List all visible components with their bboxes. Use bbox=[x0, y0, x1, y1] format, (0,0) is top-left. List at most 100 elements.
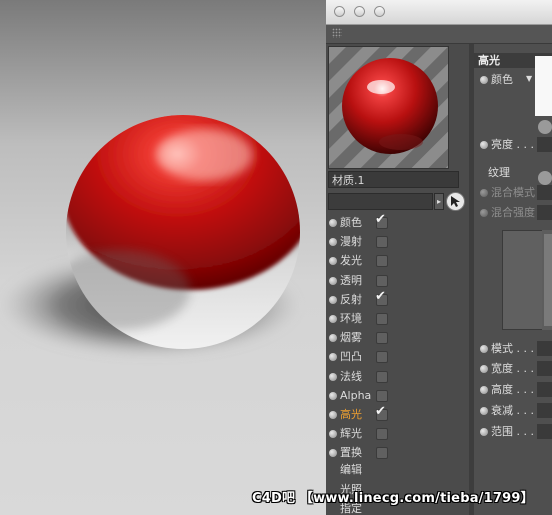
radio-icon[interactable] bbox=[480, 407, 488, 415]
param-range-input[interactable] bbox=[537, 424, 552, 439]
close-icon[interactable] bbox=[334, 6, 345, 17]
brightness-label: 亮度 . . . bbox=[491, 138, 534, 151]
channel-label: 漫射 bbox=[340, 235, 362, 249]
channel-row[interactable]: 高光 ✔ bbox=[326, 404, 469, 425]
param-mode-select[interactable] bbox=[537, 341, 552, 356]
radio-icon[interactable] bbox=[329, 353, 337, 362]
radio-icon[interactable] bbox=[329, 430, 337, 439]
blend-strength-label: 混合强度 bbox=[491, 206, 535, 219]
radio-icon[interactable] bbox=[329, 372, 337, 381]
radio-icon[interactable] bbox=[480, 428, 488, 436]
brightness-row[interactable]: 亮度 . . . bbox=[474, 136, 552, 154]
channel-label: 置换 bbox=[340, 446, 362, 460]
color-label: 颜色 bbox=[491, 73, 513, 86]
eyedropper-icon[interactable] bbox=[446, 192, 465, 211]
radio-icon[interactable] bbox=[329, 391, 337, 400]
radio-icon[interactable] bbox=[480, 345, 488, 353]
specular-settings: 高光 颜色 ▼ 亮度 . . . 纹理 混合模式 混合强度 模式 . . . 宽… bbox=[474, 44, 552, 515]
watermark: C4D吧 【www.linecg.com/tieba/1799】 bbox=[252, 491, 534, 506]
material-field[interactable] bbox=[328, 193, 433, 210]
channel-checkbox[interactable] bbox=[376, 351, 388, 364]
dropdown-arrow-icon[interactable]: ▸ bbox=[434, 193, 444, 210]
radio-icon[interactable] bbox=[329, 315, 337, 323]
command-edit[interactable]: 编辑 bbox=[340, 461, 362, 477]
channel-label: 颜色 bbox=[340, 216, 362, 229]
brightness-input[interactable] bbox=[537, 137, 552, 152]
grip-icon[interactable] bbox=[332, 28, 342, 38]
blend-mode-row[interactable]: 混合模式 bbox=[474, 184, 552, 202]
radio-icon[interactable] bbox=[480, 76, 488, 84]
channel-checkbox[interactable] bbox=[376, 332, 388, 345]
radio-icon[interactable] bbox=[329, 219, 337, 227]
checkmark-icon: ✔ bbox=[375, 212, 386, 227]
channel-checkbox[interactable] bbox=[376, 389, 388, 402]
channel-checkbox[interactable] bbox=[376, 370, 388, 383]
param-width-input[interactable] bbox=[537, 361, 552, 376]
texture-label: 纹理 bbox=[488, 166, 510, 179]
channel-checkbox[interactable] bbox=[376, 447, 388, 460]
radio-icon[interactable] bbox=[329, 449, 337, 458]
channel-row[interactable]: Alpha bbox=[326, 387, 469, 406]
channel-row[interactable]: 漫射 bbox=[326, 233, 469, 252]
minimize-icon[interactable] bbox=[354, 6, 365, 17]
param-height-row[interactable]: 高度 . . . bbox=[474, 381, 552, 399]
channel-panel: 材质.1 ▸ 编辑 光照 指定 颜色 ✔ 漫射 发光 透明 反射 ✔ 环境 烟雾 凹凸 法线 Alph… bbox=[326, 44, 469, 515]
channel-row[interactable]: 凹凸 bbox=[326, 348, 469, 367]
render-viewport[interactable] bbox=[0, 0, 330, 515]
channel-checkbox[interactable] bbox=[376, 313, 388, 325]
param-mode-row[interactable]: 模式 . . . bbox=[474, 340, 552, 358]
radio-icon[interactable] bbox=[329, 276, 337, 285]
radio-icon[interactable] bbox=[329, 238, 337, 247]
channel-row[interactable]: 透明 bbox=[326, 272, 469, 291]
channel-row[interactable]: 烟雾 bbox=[326, 329, 469, 348]
param-width-row[interactable]: 宽度 . . . bbox=[474, 360, 552, 378]
section-title: 高光 bbox=[478, 54, 500, 67]
channel-label: 发光 bbox=[340, 254, 362, 268]
param-mode-label: 模式 . . . bbox=[491, 342, 534, 355]
radio-icon[interactable] bbox=[329, 411, 337, 419]
checkmark-icon: ✔ bbox=[375, 288, 386, 304]
channel-label: 法线 bbox=[340, 369, 362, 383]
radio-icon[interactable] bbox=[480, 209, 488, 217]
disclosure-triangle-icon[interactable]: ▼ bbox=[526, 74, 532, 83]
color-picker-icon[interactable] bbox=[538, 120, 552, 134]
channel-row[interactable]: 法线 bbox=[326, 368, 469, 387]
channel-label: 烟雾 bbox=[340, 331, 362, 345]
blend-strength-row[interactable]: 混合强度 bbox=[474, 204, 552, 222]
window-titlebar[interactable] bbox=[326, 0, 552, 25]
channel-label: 环境 bbox=[340, 312, 362, 325]
param-falloff-input[interactable] bbox=[537, 403, 552, 418]
channel-row[interactable]: 环境 bbox=[326, 310, 469, 329]
channel-row[interactable]: 发光 bbox=[326, 252, 469, 271]
radio-icon[interactable] bbox=[480, 386, 488, 394]
material-preview[interactable] bbox=[328, 46, 449, 169]
channel-checkbox[interactable] bbox=[376, 255, 388, 268]
radio-icon[interactable] bbox=[329, 295, 337, 304]
material-name[interactable]: 材质.1 bbox=[328, 171, 459, 188]
curve-scroll-thumb[interactable] bbox=[544, 234, 552, 326]
checkmark-icon: ✔ bbox=[375, 404, 386, 419]
channel-checkbox[interactable] bbox=[376, 428, 388, 441]
channel-row[interactable]: 反射 ✔ bbox=[326, 288, 469, 310]
channel-label: 凹凸 bbox=[340, 350, 362, 364]
blend-strength-input[interactable] bbox=[537, 205, 552, 220]
channel-checkbox[interactable] bbox=[376, 274, 388, 287]
blend-mode-select[interactable] bbox=[537, 185, 552, 200]
radio-icon[interactable] bbox=[329, 257, 337, 266]
param-width-label: 宽度 . . . bbox=[491, 362, 534, 375]
channel-row[interactable]: 置换 bbox=[326, 444, 469, 463]
param-height-input[interactable] bbox=[537, 382, 552, 397]
channel-checkbox[interactable] bbox=[376, 236, 388, 249]
param-falloff-row[interactable]: 衰减 . . . bbox=[474, 402, 552, 420]
channel-row[interactable]: 辉光 bbox=[326, 425, 469, 444]
color-row[interactable]: 颜色 bbox=[474, 71, 552, 89]
radio-icon[interactable] bbox=[329, 334, 337, 343]
radio-icon[interactable] bbox=[480, 365, 488, 373]
radio-icon[interactable] bbox=[480, 141, 488, 149]
channel-row[interactable]: 颜色 ✔ bbox=[326, 212, 469, 233]
radio-icon[interactable] bbox=[480, 189, 488, 197]
param-falloff-label: 衰减 . . . bbox=[491, 404, 534, 417]
texture-menu-icon[interactable] bbox=[538, 171, 552, 185]
param-range-row[interactable]: 范围 . . . bbox=[474, 423, 552, 441]
zoom-icon[interactable] bbox=[374, 6, 385, 17]
